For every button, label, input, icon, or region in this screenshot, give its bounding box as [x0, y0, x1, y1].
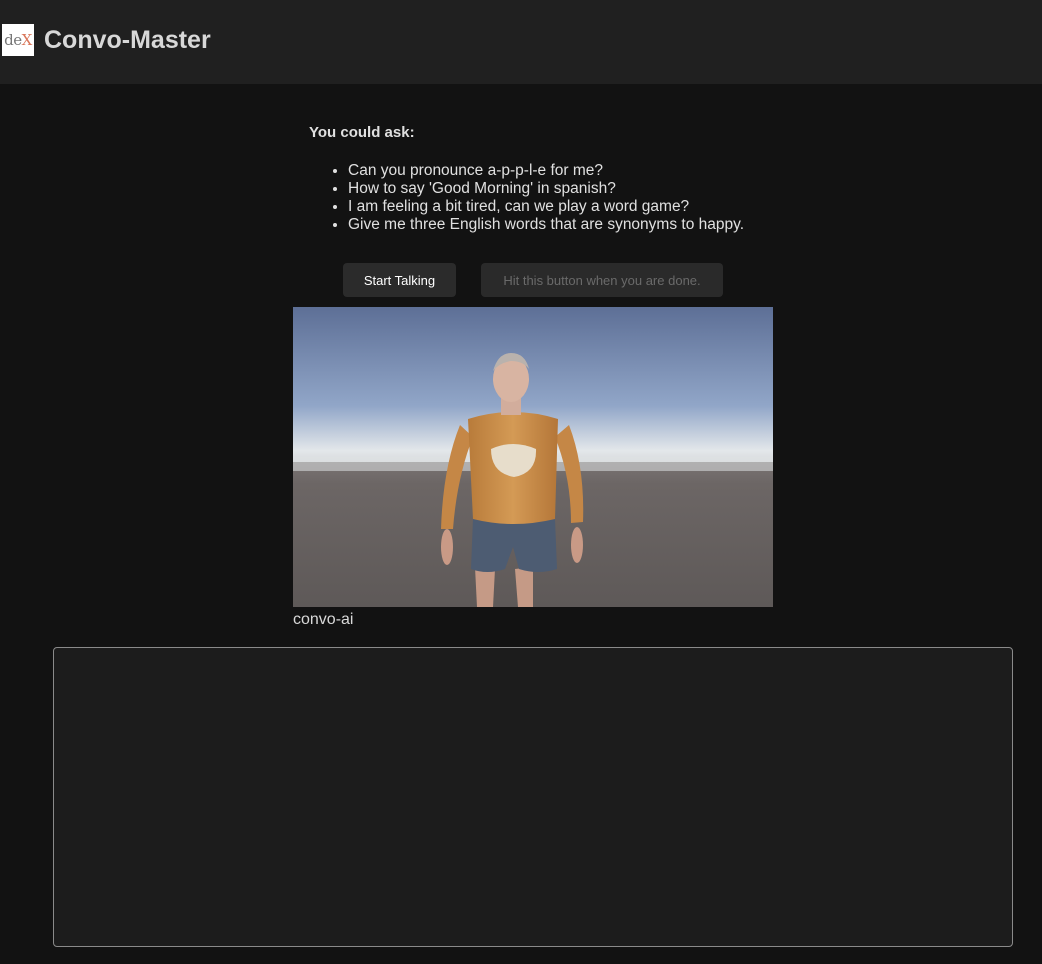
suggestion-item: I am feeling a bit tired, can we play a …	[348, 198, 789, 216]
avatar-scene	[293, 307, 773, 607]
suggestion-item: Give me three English words that are syn…	[348, 216, 789, 234]
dex-logo: de X	[2, 24, 34, 56]
suggestion-item: Can you pronounce a-p-p-l-e for me?	[348, 162, 789, 180]
suggestions-list: Can you pronounce a-p-p-l-e for me? How …	[309, 162, 789, 234]
suggestions-heading: You could ask:	[309, 124, 415, 141]
transcript-textarea[interactable]	[53, 647, 1013, 947]
avatar-caption: convo-ai	[293, 611, 354, 628]
logo-text-de: de	[4, 31, 22, 49]
logo-text-x: X	[21, 31, 33, 49]
app-title: Convo-Master	[44, 26, 211, 54]
avatar-viewport[interactable]	[293, 307, 773, 607]
suggestions-panel: You could ask: Can you pronounce a-p-p-l…	[309, 124, 789, 234]
start-talking-button[interactable]: Start Talking	[343, 263, 456, 297]
suggestion-item: How to say 'Good Morning' in spanish?	[348, 180, 789, 198]
done-talking-button[interactable]: Hit this button when you are done.	[481, 263, 723, 297]
app-header: de X Convo-Master	[0, 0, 1042, 84]
